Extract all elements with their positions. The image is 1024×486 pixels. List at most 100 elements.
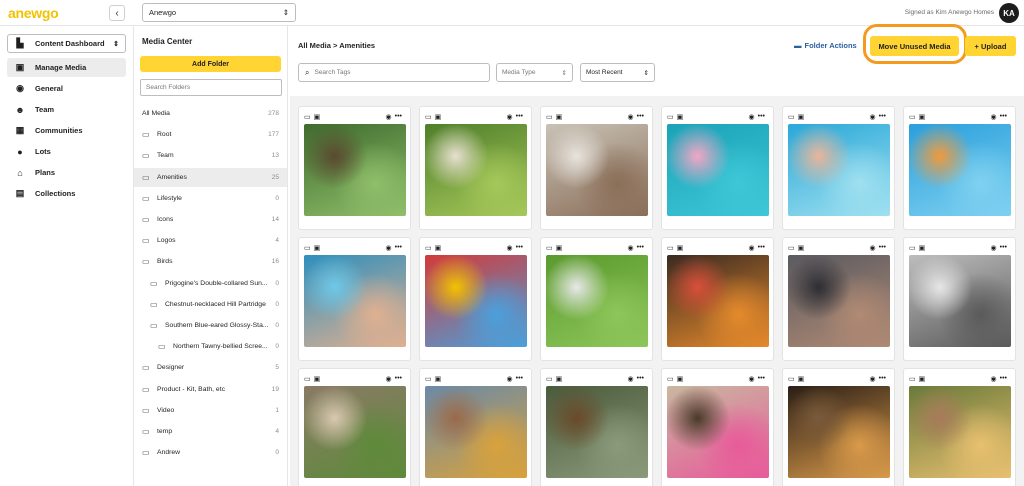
image-type-icon[interactable]: ▣ — [677, 113, 684, 121]
preview-eye-icon[interactable]: ◉ — [507, 375, 513, 383]
preview-eye-icon[interactable]: ◉ — [628, 244, 634, 252]
image-type-icon[interactable]: ▣ — [798, 113, 805, 121]
nav-item-communities[interactable]: ▦ Communities — [7, 121, 126, 140]
nav-item-lots[interactable]: ● Lots — [7, 142, 126, 161]
nav-item-general[interactable]: ◉ General — [7, 79, 126, 98]
media-thumbnail[interactable] — [425, 124, 527, 216]
folder-item[interactable]: ▭ Southern Blue-eared Glossy-Sta... 0 — [134, 316, 287, 335]
folder-item[interactable]: ▭ Designer 5 — [134, 358, 287, 377]
media-card[interactable]: ▭ ▣ ◉ ••• — [298, 237, 411, 361]
move-to-folder-icon[interactable]: ▭ — [304, 375, 311, 383]
search-tags-input[interactable] — [314, 69, 475, 76]
move-to-folder-icon[interactable]: ▭ — [546, 244, 553, 252]
move-to-folder-icon[interactable]: ▭ — [909, 113, 916, 121]
media-thumbnail[interactable] — [425, 255, 527, 347]
preview-eye-icon[interactable]: ◉ — [991, 244, 997, 252]
more-options-icon[interactable]: ••• — [516, 113, 523, 120]
preview-eye-icon[interactable]: ◉ — [386, 244, 392, 252]
preview-eye-icon[interactable]: ◉ — [628, 375, 634, 383]
more-options-icon[interactable]: ••• — [1000, 113, 1007, 120]
preview-eye-icon[interactable]: ◉ — [749, 244, 755, 252]
move-to-folder-icon[interactable]: ▭ — [546, 375, 553, 383]
nav-item-plans[interactable]: ⌂ Plans — [7, 163, 126, 182]
folder-item[interactable]: ▭ Northern Tawny-bellied Scree... 0 — [134, 337, 287, 356]
media-thumbnail[interactable] — [304, 255, 406, 347]
organization-select[interactable]: Anewgo ⇕ — [142, 3, 296, 22]
media-card[interactable]: ▭ ▣ ◉ ••• — [419, 106, 532, 230]
image-type-icon[interactable]: ▣ — [919, 244, 926, 252]
more-options-icon[interactable]: ••• — [758, 244, 765, 251]
image-type-icon[interactable]: ▣ — [798, 375, 805, 383]
move-to-folder-icon[interactable]: ▭ — [667, 375, 674, 383]
media-thumbnail[interactable] — [546, 255, 648, 347]
media-card[interactable]: ▭ ▣ ◉ ••• — [661, 237, 774, 361]
move-unused-media-button[interactable]: Move Unused Media — [870, 36, 959, 56]
more-options-icon[interactable]: ••• — [879, 113, 886, 120]
preview-eye-icon[interactable]: ◉ — [507, 244, 513, 252]
media-thumbnail[interactable] — [667, 255, 769, 347]
folder-actions-button[interactable]: ▬ Folder Actions — [794, 41, 857, 50]
image-type-icon[interactable]: ▣ — [556, 244, 563, 252]
preview-eye-icon[interactable]: ◉ — [507, 113, 513, 121]
media-card[interactable]: ▭ ▣ ◉ ••• — [903, 106, 1016, 230]
folder-item[interactable]: ▭ Logos 4 — [134, 231, 287, 250]
media-thumbnail[interactable] — [667, 386, 769, 478]
preview-eye-icon[interactable]: ◉ — [386, 113, 392, 121]
folder-item[interactable]: ▭ temp 4 — [134, 422, 287, 441]
media-card[interactable]: ▭ ▣ ◉ ••• — [540, 106, 653, 230]
sort-select[interactable]: Most Recent ⇕ — [580, 63, 655, 82]
media-thumbnail[interactable] — [425, 386, 527, 478]
move-to-folder-icon[interactable]: ▭ — [788, 244, 795, 252]
nav-item-manage-media[interactable]: ▣ Manage Media — [7, 58, 126, 77]
more-options-icon[interactable]: ••• — [516, 244, 523, 251]
move-to-folder-icon[interactable]: ▭ — [425, 113, 432, 121]
more-options-icon[interactable]: ••• — [516, 375, 523, 382]
folder-item[interactable]: ▭ Amenities 25 — [134, 167, 287, 187]
more-options-icon[interactable]: ••• — [1000, 244, 1007, 251]
more-options-icon[interactable]: ••• — [395, 244, 402, 251]
preview-eye-icon[interactable]: ◉ — [991, 113, 997, 121]
move-to-folder-icon[interactable]: ▭ — [304, 244, 311, 252]
folder-item[interactable]: ▭ Chestnut-necklaced Hill Partridge 0 — [134, 295, 287, 314]
more-options-icon[interactable]: ••• — [758, 375, 765, 382]
nav-item-team[interactable]: ☻ Team — [7, 100, 126, 119]
move-to-folder-icon[interactable]: ▭ — [425, 375, 432, 383]
media-card[interactable]: ▭ ▣ ◉ ••• — [903, 237, 1016, 361]
image-type-icon[interactable]: ▣ — [556, 113, 563, 121]
image-type-icon[interactable]: ▣ — [798, 244, 805, 252]
preview-eye-icon[interactable]: ◉ — [991, 375, 997, 383]
folder-item[interactable]: ▭ Icons 14 — [134, 210, 287, 229]
search-tags-field[interactable]: ⌕ — [298, 63, 490, 82]
anewgo-logo[interactable]: anewgo — [8, 5, 59, 21]
media-card[interactable]: ▭ ▣ ◉ ••• — [540, 237, 653, 361]
folder-item[interactable]: ▭ Team 13 — [134, 146, 287, 165]
folder-item[interactable]: ▭ Root 177 — [134, 125, 287, 144]
image-type-icon[interactable]: ▣ — [314, 244, 321, 252]
folder-item[interactable]: ▭ Video 1 — [134, 401, 287, 420]
media-card[interactable]: ▭ ▣ ◉ ••• — [782, 368, 895, 486]
media-thumbnail[interactable] — [788, 124, 890, 216]
media-thumbnail[interactable] — [788, 386, 890, 478]
media-card[interactable]: ▭ ▣ ◉ ••• — [298, 106, 411, 230]
media-card[interactable]: ▭ ▣ ◉ ••• — [298, 368, 411, 486]
preview-eye-icon[interactable]: ◉ — [870, 244, 876, 252]
add-folder-button[interactable]: Add Folder — [140, 56, 281, 72]
collapse-sidebar-button[interactable]: ‹ — [109, 5, 125, 21]
image-type-icon[interactable]: ▣ — [919, 375, 926, 383]
image-type-icon[interactable]: ▣ — [435, 375, 442, 383]
preview-eye-icon[interactable]: ◉ — [749, 375, 755, 383]
more-options-icon[interactable]: ••• — [758, 113, 765, 120]
more-options-icon[interactable]: ••• — [637, 113, 644, 120]
move-to-folder-icon[interactable]: ▭ — [425, 244, 432, 252]
more-options-icon[interactable]: ••• — [1000, 375, 1007, 382]
image-type-icon[interactable]: ▣ — [677, 375, 684, 383]
media-card[interactable]: ▭ ▣ ◉ ••• — [419, 368, 532, 486]
dashboard-select[interactable]: ▙ Content Dashboard ⇕ — [7, 34, 126, 53]
image-type-icon[interactable]: ▣ — [435, 244, 442, 252]
media-card[interactable]: ▭ ▣ ◉ ••• — [419, 237, 532, 361]
move-to-folder-icon[interactable]: ▭ — [667, 244, 674, 252]
move-to-folder-icon[interactable]: ▭ — [667, 113, 674, 121]
more-options-icon[interactable]: ••• — [879, 375, 886, 382]
preview-eye-icon[interactable]: ◉ — [870, 113, 876, 121]
media-thumbnail[interactable] — [909, 124, 1011, 216]
